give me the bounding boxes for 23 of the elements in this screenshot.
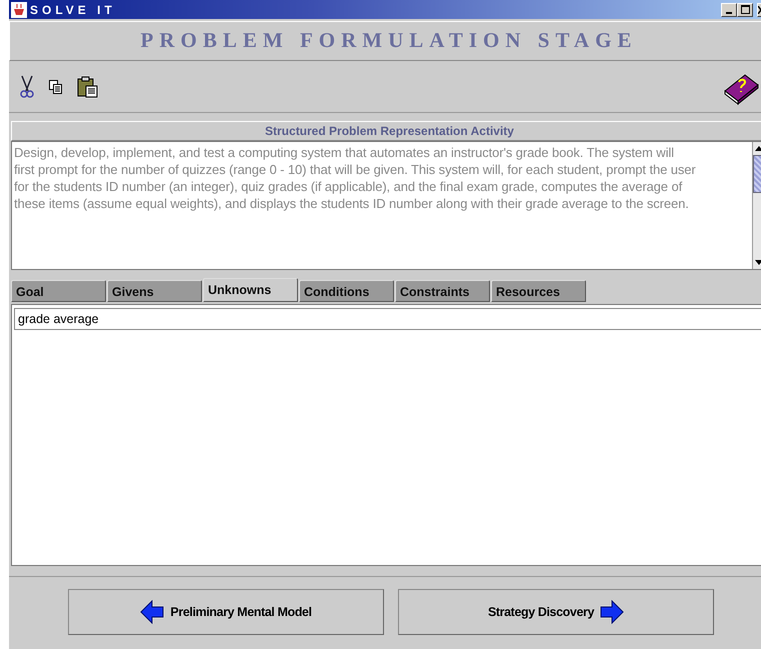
back-button[interactable]: Preliminary Mental Model [68,589,384,635]
tab[interactable]: Conditions [299,280,394,302]
tab[interactable]: Goal [11,280,106,302]
window-title: SOLVE IT [30,2,116,18]
next-button[interactable]: Strategy Discovery [398,589,714,635]
tab[interactable]: Resources [491,280,586,302]
right-arrow-icon [600,600,624,624]
minimize-button[interactable] [721,2,737,16]
maximize-icon [740,5,750,14]
app-icon [11,2,27,18]
cut-icon[interactable] [19,74,35,98]
paste-icon[interactable] [77,76,99,98]
activity-title: Structured Problem Representation Activity [11,121,761,141]
tab[interactable]: Unknowns [203,278,298,302]
copy-icon[interactable] [49,80,63,94]
input-field[interactable]: grade average [14,308,761,330]
problem-description: Design, develop, implement, and test a computing system that automates an instructor's grade book. The system will first prompt for the number of quizzes (range 0 - 10) that will be given. This system will, for each student, prompt the user for the students ID number (an integer), quiz grades (if applicable), and the final exam grade, computes the average of these items (assume equal weights), and displays the students ID number along with their grade average to the screen. [13,144,697,213]
stage-title: PROBLEM FORMULATION STAGE [9,21,761,61]
tab[interactable]: Givens [107,280,202,302]
maximize-button[interactable] [737,2,753,16]
left-arrow-icon [140,600,164,624]
tab[interactable]: Constraints [395,280,490,302]
minimize-icon [726,12,732,14]
